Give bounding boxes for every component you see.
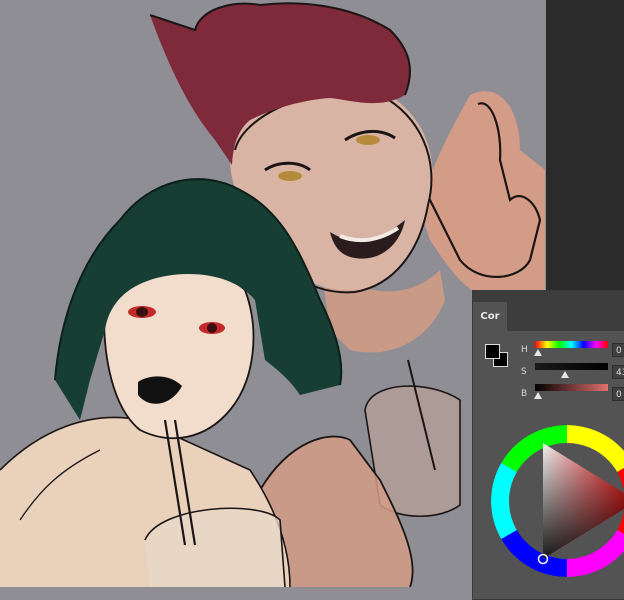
panel-tab-bar: Cor [473, 291, 624, 331]
saturation-label: S [521, 367, 527, 377]
foreground-color-swatch[interactable] [485, 344, 500, 359]
hue-slider-thumb[interactable] [534, 349, 542, 356]
artwork [0, 2, 545, 587]
tab-color[interactable]: Cor [473, 302, 507, 331]
drawing-canvas[interactable] [0, 0, 546, 587]
brightness-slider-thumb[interactable] [534, 392, 542, 399]
brightness-value-field[interactable]: 0 [612, 387, 624, 401]
hue-value-field[interactable]: 0 [612, 343, 624, 357]
saturation-value-field[interactable]: 43 [612, 365, 624, 379]
hue-slider[interactable] [535, 341, 608, 348]
raised-hand [420, 91, 545, 300]
saturation-slider[interactable] [535, 363, 608, 370]
saturation-slider-thumb[interactable] [561, 371, 569, 378]
color-wheel[interactable] [487, 411, 624, 591]
color-panel[interactable]: Cor H 0 S 43 B 0 [472, 290, 624, 600]
brightness-label: B [521, 389, 528, 399]
brightness-slider[interactable] [535, 384, 608, 391]
hue-label: H [521, 345, 528, 355]
